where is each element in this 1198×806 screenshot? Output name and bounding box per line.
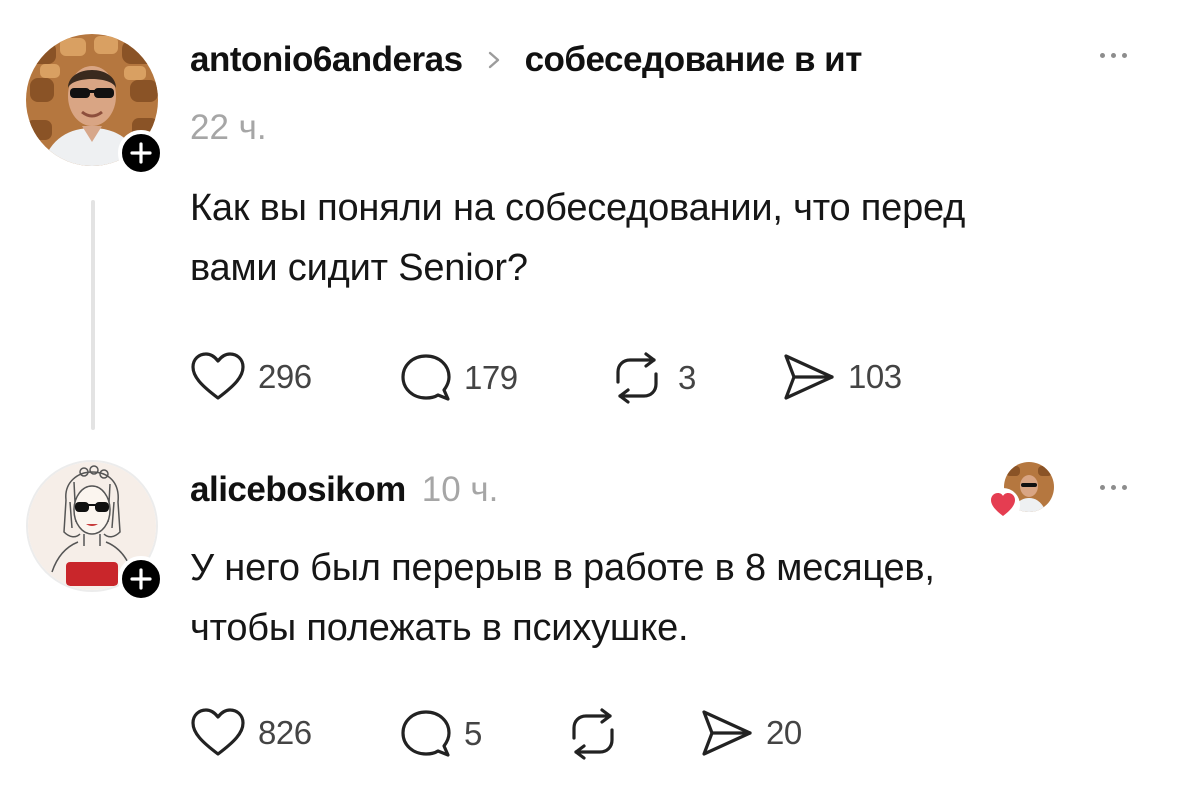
reply-author-username[interactable]: alicebosikom xyxy=(190,470,406,510)
post-share-count: 103 xyxy=(848,358,902,395)
post-text: Как вы поняли на собеседовании, что пере… xyxy=(190,178,965,298)
post-share-button[interactable]: 103 xyxy=(782,352,902,402)
reply-repost-button[interactable] xyxy=(564,708,622,760)
repost-icon xyxy=(616,352,658,404)
reply-text-line: У него был перерыв в работе в 8 месяцев, xyxy=(190,547,935,589)
reply-reply-count: 5 xyxy=(464,715,482,752)
plus-icon xyxy=(130,142,152,164)
post-more-button[interactable] xyxy=(1100,53,1127,58)
follow-author-button[interactable] xyxy=(118,130,164,176)
red-heart-icon xyxy=(991,493,1015,516)
plus-icon xyxy=(130,568,152,590)
post-reply-button[interactable]: 179 xyxy=(400,352,518,404)
post-text-line: вами сидит Senior? xyxy=(190,247,528,289)
reply-header: alicebosikom 10 ч. xyxy=(190,470,498,510)
post-repost-count: 3 xyxy=(678,359,696,396)
post-author-username[interactable]: antonio6anderas xyxy=(190,40,463,80)
post-like-count: 296 xyxy=(258,358,312,395)
post-reply-count: 179 xyxy=(464,359,518,396)
follow-reply-author-button[interactable] xyxy=(118,556,164,602)
thread-line xyxy=(91,200,95,430)
more-dots-icon xyxy=(1100,485,1105,490)
post-like-button[interactable]: 296 xyxy=(190,352,312,402)
post: antonio6anderas собеседование в ит 22 ч.… xyxy=(0,0,1198,440)
heart-icon xyxy=(191,352,245,400)
reply-like-count: 826 xyxy=(258,714,312,751)
reply: alicebosikom 10 ч. У него был перерыв в … xyxy=(0,440,1198,806)
post-text-line: Как вы поняли на собеседовании, что пере… xyxy=(190,187,966,229)
reply-time: 10 ч. xyxy=(421,470,499,509)
post-header: antonio6anderas собеседование в ит xyxy=(190,40,862,80)
reply-share-button[interactable]: 20 xyxy=(700,708,802,758)
send-icon xyxy=(702,710,752,756)
post-topic-link[interactable]: собеседование в ит xyxy=(525,40,863,80)
reply-text-line: чтобы полежать в психушке. xyxy=(190,607,689,649)
post-time: 22 ч. xyxy=(190,108,267,147)
repost-icon xyxy=(572,708,614,760)
comment-bubble-icon xyxy=(401,354,451,401)
reply-like-button[interactable]: 826 xyxy=(190,708,312,758)
more-dots-icon xyxy=(1100,53,1105,58)
post-repost-button[interactable]: 3 xyxy=(608,352,696,404)
send-icon xyxy=(784,354,834,400)
chevron-right-icon xyxy=(488,51,499,69)
heart-icon xyxy=(191,708,245,756)
reply-more-button[interactable] xyxy=(1100,485,1127,490)
reply-reply-button[interactable]: 5 xyxy=(400,708,482,760)
liked-by-author-badge xyxy=(986,488,1020,522)
reply-share-count: 20 xyxy=(766,714,802,751)
reply-text: У него был перерыв в работе в 8 месяцев,… xyxy=(190,538,935,658)
comment-bubble-icon xyxy=(401,710,451,757)
